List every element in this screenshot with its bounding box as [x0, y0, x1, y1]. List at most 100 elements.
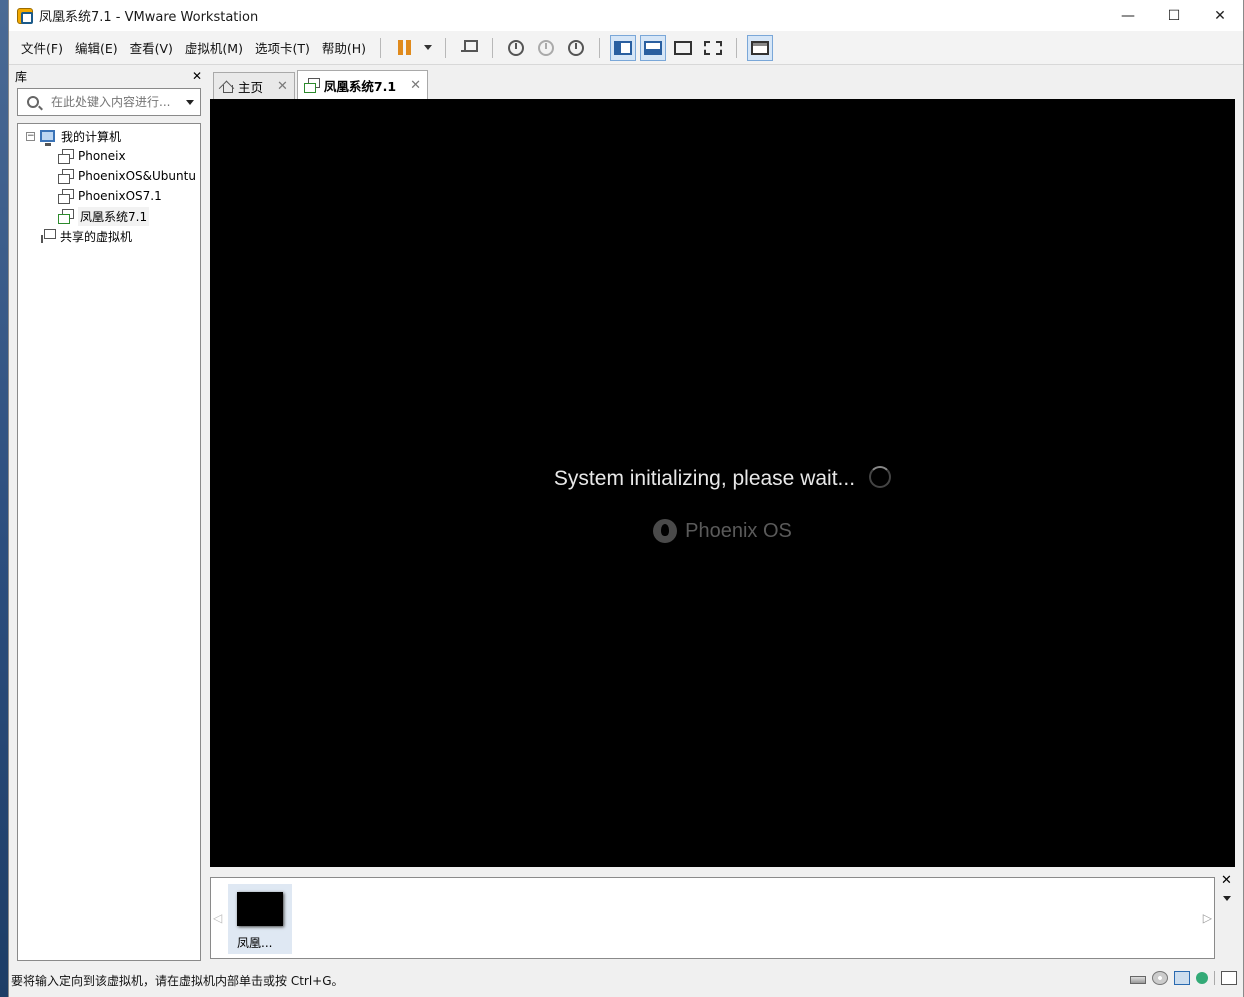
window-title: 凤凰系统7.1 - VMware Workstation — [39, 10, 259, 25]
tree-item-shared-vms[interactable]: 共享的虚拟机 — [18, 226, 200, 246]
library-search-input[interactable] — [51, 95, 171, 109]
vmware-window: 凤凰系统7.1 - VMware Workstation — ☐ ✕ 文件(F)… — [8, 0, 1244, 997]
vm-icon — [58, 169, 74, 184]
thumbnail-bar-close-icon[interactable]: ✕ — [1221, 873, 1232, 888]
library-panel: 库 ✕ − 我的计算机 Phoneix PhoenixOS&Ubuntu — [9, 66, 208, 962]
device-status-icons — [1130, 971, 1237, 985]
menu-view[interactable]: 查看(V) — [124, 35, 179, 61]
library-close-icon[interactable]: ✕ — [192, 69, 202, 83]
title-bar: 凤凰系统7.1 - VMware Workstation — ☐ ✕ — [9, 0, 1243, 31]
library-header: 库 ✕ — [9, 66, 208, 86]
revert-snapshot-button[interactable] — [533, 35, 559, 61]
snapshot-revert-icon — [538, 39, 555, 56]
maximize-button[interactable]: ☐ — [1151, 0, 1197, 31]
collapse-icon[interactable]: − — [26, 131, 35, 141]
menu-vm[interactable]: 虚拟机(M) — [179, 35, 249, 61]
show-thumbnail-bar-button[interactable] — [640, 34, 667, 61]
snapshot-take-icon — [508, 39, 525, 56]
tree-item-label: 共享的虚拟机 — [60, 229, 133, 244]
tab-label: 主页 — [238, 79, 264, 95]
boot-message: System initializing, please wait... — [553, 467, 856, 490]
vm-console-screen[interactable]: System initializing, please wait... Phoe… — [210, 99, 1235, 867]
logo-text: Phoenix OS — [685, 519, 792, 542]
chevron-down-icon — [424, 45, 433, 50]
take-snapshot-button[interactable] — [503, 35, 529, 61]
chevron-down-icon[interactable] — [186, 100, 194, 105]
chevron-down-icon[interactable] — [1223, 896, 1231, 901]
tab-strip: 主页 ✕ 凤凰系统7.1 ✕ — [213, 70, 430, 99]
thumbnail-preview — [237, 892, 283, 926]
snapshot-manager-icon — [568, 39, 585, 56]
toolbar-separator — [445, 37, 447, 58]
tree-item-label: 凤凰系统7.1 — [78, 206, 150, 226]
status-text: 要将输入定向到该虚拟机，请在虚拟机内部单击或按 Ctrl+G。 — [11, 973, 344, 988]
unity-icon — [704, 40, 723, 55]
scroll-right-icon[interactable]: ▷ — [1203, 911, 1212, 925]
toolbar-separator — [736, 37, 738, 58]
window-controls: — ☐ ✕ — [1105, 0, 1243, 31]
send-ctrl-alt-del-button[interactable] — [456, 35, 482, 61]
full-screen-button[interactable] — [670, 35, 696, 61]
library-search[interactable] — [17, 88, 201, 116]
keyboard-network-icon — [461, 39, 479, 56]
console-view-icon — [751, 40, 770, 55]
tree-item-vm[interactable]: PhoenixOS7.1 — [18, 186, 200, 206]
vm-running-icon — [58, 209, 74, 224]
thumbnail-label: 凤凰... — [237, 936, 273, 950]
vm-running-icon — [303, 78, 320, 93]
phoenix-logo-icon — [653, 519, 678, 543]
show-library-button[interactable] — [610, 34, 637, 61]
tab-label: 凤凰系统7.1 — [323, 78, 397, 94]
search-icon — [27, 96, 39, 108]
tree-item-label: PhoenixOS&Ubuntu — [78, 169, 196, 183]
tab-vm[interactable]: 凤凰系统7.1 ✕ — [296, 70, 428, 99]
vm-thumbnail[interactable]: 凤凰... — [228, 884, 292, 954]
pause-icon — [397, 40, 411, 55]
menu-tabs[interactable]: 选项卡(T) — [249, 35, 316, 61]
hard-disk-icon[interactable] — [1130, 976, 1146, 984]
phoenix-os-logo: Phoenix OS — [210, 519, 1235, 543]
scroll-left-icon[interactable]: ◁ — [213, 911, 222, 925]
minimize-button[interactable]: — — [1105, 0, 1151, 31]
status-bar: 要将输入定向到该虚拟机，请在虚拟机内部单击或按 Ctrl+G。 — [9, 970, 1243, 990]
menu-file[interactable]: 文件(F) — [15, 35, 69, 61]
fullscreen-icon — [674, 40, 693, 55]
tree-item-label: PhoenixOS7.1 — [78, 189, 162, 203]
sound-card-icon[interactable] — [1196, 972, 1208, 984]
tab-home[interactable]: 主页 ✕ — [213, 72, 295, 99]
snapshot-manager-button[interactable] — [563, 35, 589, 61]
menu-edit[interactable]: 编辑(E) — [69, 35, 124, 61]
tree-item-label: 我的计算机 — [61, 129, 122, 144]
library-tree: − 我的计算机 Phoneix PhoenixOS&Ubuntu Phoenix… — [17, 123, 201, 961]
toolbar-separator — [380, 37, 382, 58]
close-button[interactable]: ✕ — [1197, 0, 1243, 31]
menu-toolbar: 文件(F) 编辑(E) 查看(V) 虚拟机(M) 选项卡(T) 帮助(H) — [9, 31, 1243, 65]
unity-button[interactable] — [700, 35, 726, 61]
toolbar-separator — [599, 37, 601, 58]
tree-item-vm[interactable]: PhoenixOS&Ubuntu — [18, 166, 200, 186]
tree-item-my-computer[interactable]: − 我的计算机 — [18, 126, 200, 146]
library-title: 库 — [15, 69, 28, 84]
toolbar-separator — [492, 37, 494, 58]
tree-item-label: Phoneix — [78, 149, 126, 163]
tab-close-icon[interactable]: ✕ — [410, 78, 421, 93]
status-separator — [1214, 971, 1215, 985]
thumbnail-view-icon — [644, 40, 663, 55]
message-log-icon[interactable] — [1221, 971, 1237, 985]
power-dropdown-button[interactable] — [421, 35, 435, 61]
vm-icon — [58, 149, 74, 164]
menu-help[interactable]: 帮助(H) — [316, 35, 372, 61]
network-adapter-icon[interactable] — [1174, 971, 1190, 985]
computer-icon — [40, 130, 55, 146]
loading-spinner-icon — [869, 466, 892, 489]
tree-item-vm-selected[interactable]: 凤凰系统7.1 — [18, 206, 200, 226]
tab-close-icon[interactable]: ✕ — [277, 79, 288, 94]
library-view-icon — [614, 40, 633, 55]
boot-message-line: System initializing, please wait... — [210, 466, 1235, 491]
thumbnail-bar: ◁ 凤凰... ▷ — [210, 877, 1215, 959]
suspend-button[interactable] — [391, 35, 417, 61]
tree-item-vm[interactable]: Phoneix — [18, 146, 200, 166]
vm-icon — [58, 189, 74, 204]
console-view-button[interactable] — [747, 34, 774, 61]
cd-dvd-icon[interactable] — [1152, 971, 1168, 985]
